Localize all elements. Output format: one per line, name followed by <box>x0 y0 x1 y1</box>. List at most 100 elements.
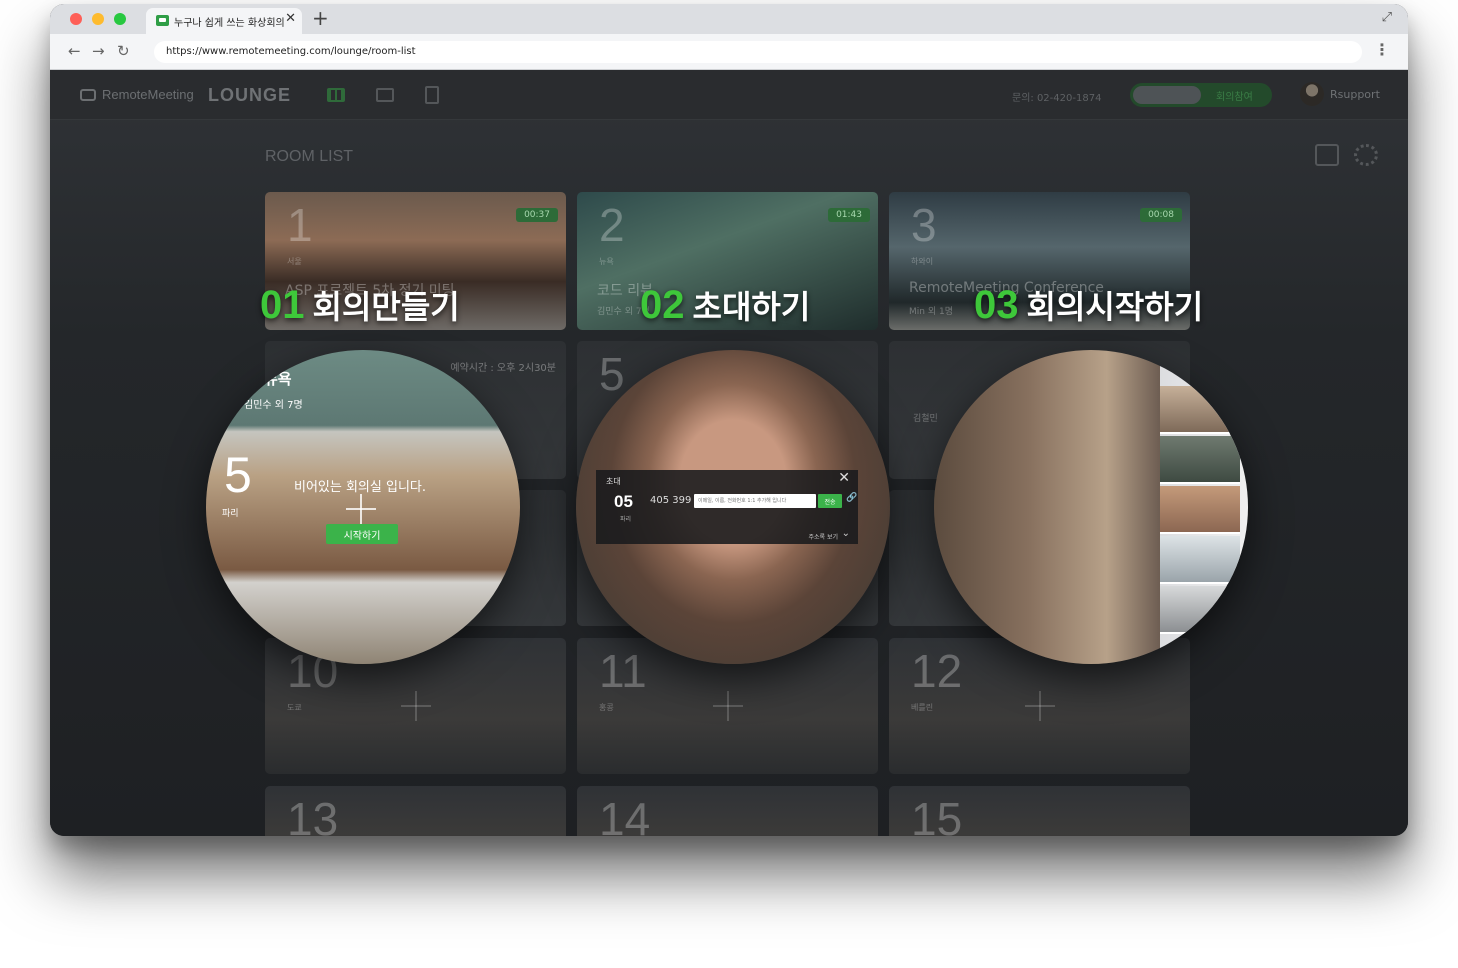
preview-city: 파리 <box>222 509 239 519</box>
room-number: 15 <box>911 793 963 836</box>
elapsed-time-badge: 01:43 <box>828 208 870 222</box>
room-search-icon[interactable] <box>1315 144 1339 166</box>
page-title: ROOM LIST <box>265 148 354 165</box>
browser-tabbar: 누구나 쉽게 쓰는 화상회의 ✕ + ⤢ <box>50 4 1408 34</box>
invite-email-field[interactable] <box>694 494 816 508</box>
feature-number: 01 <box>260 283 305 327</box>
feature-label-1: 01 회의만들기 <box>260 282 460 328</box>
grid-view-icon[interactable] <box>327 88 345 102</box>
feature-text: 회의만들기 <box>312 288 460 326</box>
elapsed-time-badge: 00:37 <box>516 208 558 222</box>
feature-text: 회의시작하기 <box>1026 288 1204 326</box>
join-meeting-toggle[interactable]: 회의참여 <box>1130 83 1272 107</box>
app-header: RemoteMeeting LOUNGE 문의: 02-420-1874 회의참… <box>50 70 1408 120</box>
start-button[interactable]: 시작하기 <box>326 524 398 544</box>
preview-room-number: 5 <box>224 447 252 503</box>
avatar[interactable] <box>1300 82 1324 106</box>
close-window-button[interactable] <box>70 13 82 25</box>
invite-room-number: 05 <box>614 492 633 511</box>
new-tab-icon[interactable]: + <box>312 6 329 30</box>
add-room-icon[interactable] <box>1024 691 1055 721</box>
invite-preview: 초대 ✕ 05 파리 405 399 전송 🔗 주소록 보기 ⌄ <box>576 350 890 664</box>
feature-label-2: 02 초대하기 <box>640 282 810 328</box>
browser-window: 누구나 쉽게 쓰는 화상회의 ✕ + ⤢ ← → ↻ https://www.r… <box>50 4 1408 836</box>
reservation-time: 예약시간 : 오후 2시30분 <box>450 363 556 374</box>
favicon-icon <box>156 15 169 26</box>
room-card-13[interactable]: 13 <box>265 786 566 836</box>
address-bar: ← → ↻ https://www.remotemeeting.com/loun… <box>50 34 1408 70</box>
room-card-14[interactable]: 14 <box>577 786 878 836</box>
start-meeting-preview <box>934 350 1248 664</box>
room-number: 12 <box>911 645 963 697</box>
room-number: 14 <box>599 793 651 836</box>
back-icon[interactable]: ← <box>68 42 81 60</box>
calendar-icon[interactable] <box>376 88 394 102</box>
user-name[interactable]: Rsupport <box>1330 88 1380 101</box>
room-city: 도쿄 <box>287 703 302 712</box>
link-icon[interactable]: 🔗 <box>846 493 857 503</box>
room-number: 2 <box>599 199 625 251</box>
gear-icon[interactable] <box>1354 144 1378 166</box>
room-number: 13 <box>287 793 339 836</box>
invite-title: 초대 <box>606 477 621 486</box>
participant-video-tile <box>1160 586 1240 634</box>
room-city: 홍콩 <box>599 703 614 712</box>
room-host: 김철민 <box>913 414 938 424</box>
logo-text: RemoteMeeting <box>102 87 194 102</box>
room-number: 11 <box>599 645 647 697</box>
url-field[interactable]: https://www.remotemeeting.com/lounge/roo… <box>154 41 1362 63</box>
participant-video-tile <box>1160 486 1240 534</box>
lounge-app: RemoteMeeting LOUNGE 문의: 02-420-1874 회의참… <box>50 70 1408 836</box>
url-text: https://www.remotemeeting.com/lounge/roo… <box>166 46 416 57</box>
close-icon[interactable]: ✕ <box>838 470 850 486</box>
room-number: 5 <box>599 348 625 400</box>
zoom-window-button[interactable] <box>114 13 126 25</box>
add-room-icon[interactable] <box>712 691 743 721</box>
add-room-icon[interactable] <box>400 691 431 721</box>
participant-video-tile <box>1160 536 1240 584</box>
room-number: 1 <box>287 199 313 251</box>
address-book-link[interactable]: 주소록 보기 <box>808 532 838 541</box>
chevron-down-icon[interactable]: ⌄ <box>842 528 850 539</box>
room-host: Min 외 1명 <box>909 307 953 317</box>
room-card-12[interactable]: 12 베를린 <box>889 638 1190 774</box>
invite-code: 405 399 <box>650 495 692 506</box>
participant-video-tile <box>1160 436 1240 484</box>
room-city: 뉴욕 <box>599 257 614 266</box>
preview-room-city: 뉴욕 <box>264 370 292 388</box>
create-room-preview: 뉴욕 김민수 외 7명 5 파리 비어있는 회의실 입니다. 시작하기 <box>206 350 520 664</box>
logo[interactable]: RemoteMeeting <box>80 87 194 102</box>
room-card-10[interactable]: 10 도쿄 <box>265 638 566 774</box>
room-city: 서울 <box>287 257 302 266</box>
toggle-knob <box>1133 86 1201 104</box>
contact-phone: 문의: 02-420-1874 <box>1012 93 1102 104</box>
menu-kebab-icon[interactable]: ⋮ <box>1374 40 1390 59</box>
lounge-title: LOUNGE <box>208 85 292 105</box>
tab-title: 누구나 쉽게 쓰는 화상회의 <box>174 18 285 29</box>
reload-icon[interactable]: ↻ <box>117 42 130 60</box>
feature-number: 02 <box>640 283 685 327</box>
room-city: 하와이 <box>911 257 934 266</box>
tab-close-icon[interactable]: ✕ <box>285 11 296 26</box>
expand-icon[interactable]: ⤢ <box>1382 10 1392 25</box>
plus-icon <box>346 494 376 524</box>
feature-text: 초대하기 <box>692 288 811 326</box>
forward-icon[interactable]: → <box>92 42 105 60</box>
room-city: 베를린 <box>911 703 934 712</box>
preview-room-host: 김민수 외 7명 <box>244 400 303 411</box>
browser-tab[interactable]: 누구나 쉽게 쓰는 화상회의 ✕ <box>146 8 302 34</box>
participant-video-tile <box>1160 386 1240 434</box>
minimize-window-button[interactable] <box>92 13 104 25</box>
elapsed-time-badge: 00:08 <box>1140 208 1182 222</box>
feature-number: 03 <box>974 283 1019 327</box>
logo-icon <box>80 88 96 101</box>
empty-room-message: 비어있는 회의실 입니다. <box>294 480 426 495</box>
invite-room-label: 파리 <box>620 516 632 523</box>
room-number: 3 <box>911 199 937 251</box>
feature-label-3: 03 회의시작하기 <box>974 282 1203 328</box>
send-button[interactable]: 전송 <box>818 494 842 508</box>
document-icon[interactable] <box>425 86 439 104</box>
join-meeting-label: 회의참여 <box>1216 92 1253 103</box>
room-card-15[interactable]: 15 <box>889 786 1190 836</box>
invite-panel: 초대 ✕ 05 파리 405 399 전송 🔗 주소록 보기 ⌄ <box>596 470 858 544</box>
